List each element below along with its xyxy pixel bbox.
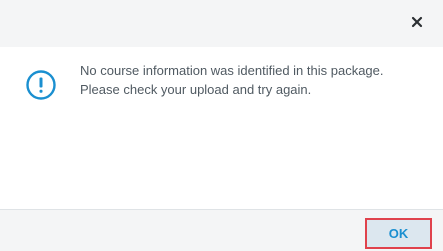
- close-icon: [411, 16, 423, 28]
- dialog-header: [0, 0, 443, 47]
- exclamation-circle-icon: [26, 70, 56, 100]
- error-message: No course information was identified in …: [80, 61, 425, 99]
- ok-button[interactable]: OK: [365, 218, 432, 249]
- error-message-line-1: No course information was identified in …: [80, 63, 384, 78]
- error-message-line-2: Please check your upload and try again.: [80, 82, 312, 97]
- dialog-body: No course information was identified in …: [0, 47, 443, 209]
- dialog-footer: OK: [0, 209, 443, 251]
- close-button[interactable]: [411, 16, 423, 28]
- error-dialog: No course information was identified in …: [0, 0, 443, 251]
